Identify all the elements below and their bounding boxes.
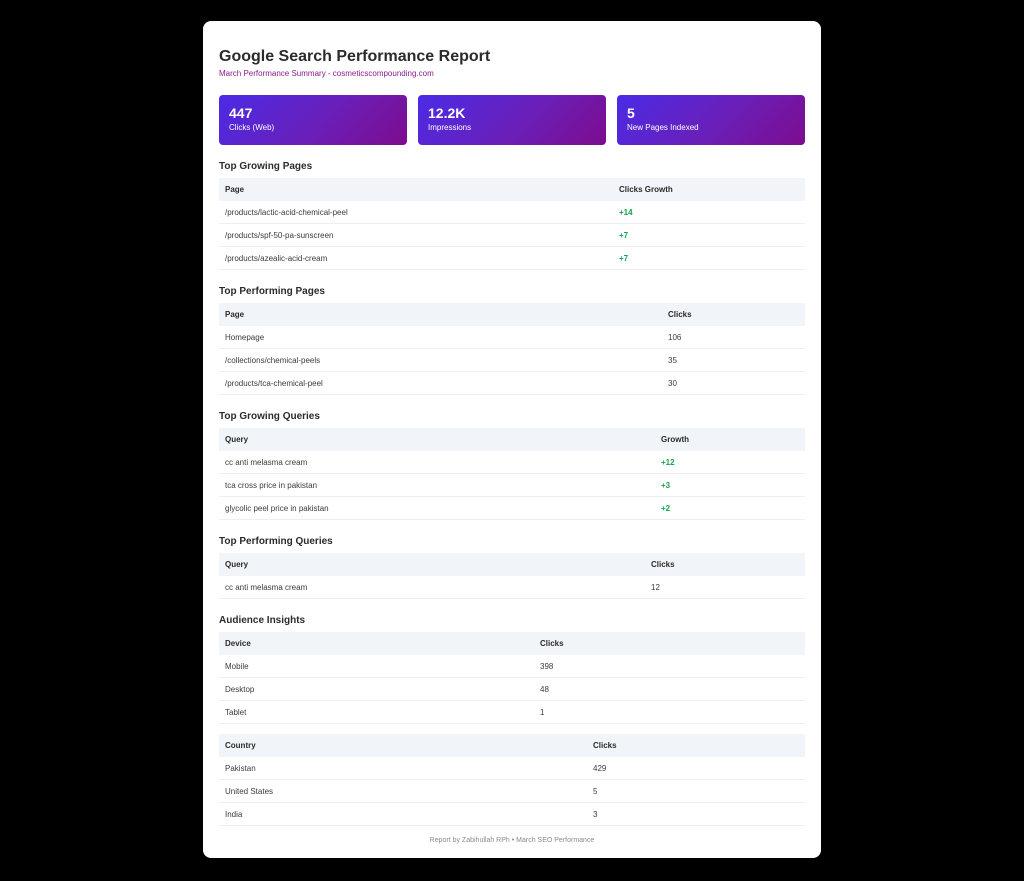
table-row: /products/azealic-acid-cream +7 — [219, 246, 805, 270]
page-cell: /products/lactic-acid-chemical-peel — [219, 201, 613, 224]
section-heading-performing-pages: Top Performing Pages — [219, 286, 325, 297]
column-header: Page — [219, 178, 613, 201]
clicks-cell: 12 — [645, 576, 805, 599]
table-row: tca cross price in pakistan +3 — [219, 473, 805, 497]
table-row: Mobile 398 — [219, 655, 805, 678]
performing-pages-table: Page Clicks Homepage 106 /collections/ch… — [219, 303, 805, 395]
column-header: Clicks — [662, 303, 805, 326]
report-footer: Report by Zabihullah RPh • March SEO Per… — [429, 837, 595, 844]
clicks-cell: 35 — [662, 348, 805, 372]
table-row: India 3 — [219, 802, 805, 826]
column-header: Clicks Growth — [613, 178, 805, 201]
report-card: Google Search Performance Report March P… — [203, 21, 821, 858]
table-row: cc anti melasma cream +12 — [219, 451, 805, 474]
clicks-cell: 48 — [534, 677, 805, 701]
stat-card-impressions: 12.2K Impressions — [418, 95, 606, 145]
column-header: Country — [219, 734, 587, 757]
page-cell: Homepage — [219, 326, 662, 349]
country-cell: Pakistan — [219, 757, 587, 780]
table-row: /collections/chemical-peels 35 — [219, 348, 805, 372]
country-cell: India — [219, 802, 587, 826]
column-header: Clicks — [645, 553, 805, 576]
table-row: Homepage 106 — [219, 326, 805, 349]
growing-queries-table: Query Growth cc anti melasma cream +12 t… — [219, 428, 805, 520]
stat-label: Impressions — [428, 123, 472, 132]
table-row: Pakistan 429 — [219, 757, 805, 780]
clicks-cell: 1 — [534, 700, 805, 724]
column-header: Clicks — [534, 632, 805, 655]
query-cell: cc anti melasma cream — [219, 451, 655, 474]
growing-pages-table: Page Clicks Growth /products/lactic-acid… — [219, 178, 805, 270]
table-row: /products/tca-chemical-peel 30 — [219, 371, 805, 395]
column-header: Clicks — [587, 734, 805, 757]
device-table: Device Clicks Mobile 398 Desktop 48 Tabl… — [219, 632, 805, 724]
column-header: Query — [219, 553, 645, 576]
growth-cell: +3 — [655, 473, 805, 497]
table-row: cc anti melasma cream 12 — [219, 576, 805, 599]
query-cell: glycolic peel price in pakistan — [219, 496, 655, 520]
growth-cell: +7 — [613, 223, 805, 247]
table-row: United States 5 — [219, 779, 805, 803]
page-cell: /products/tca-chemical-peel — [219, 371, 662, 395]
stat-card-clicks: 447 Clicks (Web) — [219, 95, 407, 145]
growth-cell: +14 — [613, 201, 805, 224]
device-cell: Mobile — [219, 655, 534, 678]
page-cell: /products/azealic-acid-cream — [219, 246, 613, 270]
table-row: glycolic peel price in pakistan +2 — [219, 496, 805, 520]
table-row: Tablet 1 — [219, 700, 805, 724]
country-cell: United States — [219, 779, 587, 803]
report-title: Google Search Performance Report — [219, 48, 491, 65]
clicks-cell: 429 — [587, 757, 805, 780]
clicks-cell: 106 — [662, 326, 805, 349]
growth-cell: +7 — [613, 246, 805, 270]
clicks-cell: 3 — [587, 802, 805, 826]
page-cell: /products/spf-50-pa-sunscreen — [219, 223, 613, 247]
stat-label: New Pages Indexed — [627, 123, 699, 132]
stat-value: 447 — [229, 105, 253, 121]
clicks-cell: 398 — [534, 655, 805, 678]
growth-cell: +2 — [655, 496, 805, 520]
report-subtitle: March Performance Summary - cosmeticscom… — [219, 69, 434, 78]
section-heading-audience: Audience Insights — [219, 615, 306, 626]
query-cell: tca cross price in pakistan — [219, 473, 655, 497]
section-heading-performing-queries: Top Performing Queries — [219, 536, 333, 547]
stat-value: 5 — [627, 105, 635, 121]
stats-row: 447 Clicks (Web) 12.2K Impressions 5 New… — [219, 95, 805, 145]
clicks-cell: 30 — [662, 371, 805, 395]
growth-cell: +12 — [655, 451, 805, 474]
clicks-cell: 5 — [587, 779, 805, 803]
country-table: Country Clicks Pakistan 429 United State… — [219, 734, 805, 826]
column-header: Growth — [655, 428, 805, 451]
device-cell: Tablet — [219, 700, 534, 724]
device-cell: Desktop — [219, 677, 534, 701]
section-heading-growing-queries: Top Growing Queries — [219, 411, 320, 422]
column-header: Device — [219, 632, 534, 655]
stat-label: Clicks (Web) — [229, 123, 275, 132]
page-cell: /collections/chemical-peels — [219, 348, 662, 372]
stat-card-pages-indexed: 5 New Pages Indexed — [617, 95, 805, 145]
column-header: Query — [219, 428, 655, 451]
stat-value: 12.2K — [428, 105, 466, 121]
table-row: /products/spf-50-pa-sunscreen +7 — [219, 223, 805, 247]
query-cell: cc anti melasma cream — [219, 576, 645, 599]
column-header: Page — [219, 303, 662, 326]
table-row: /products/lactic-acid-chemical-peel +14 — [219, 201, 805, 224]
section-heading-growing-pages: Top Growing Pages — [219, 161, 313, 172]
performing-queries-table: Query Clicks cc anti melasma cream 12 — [219, 553, 805, 599]
table-row: Desktop 48 — [219, 677, 805, 701]
